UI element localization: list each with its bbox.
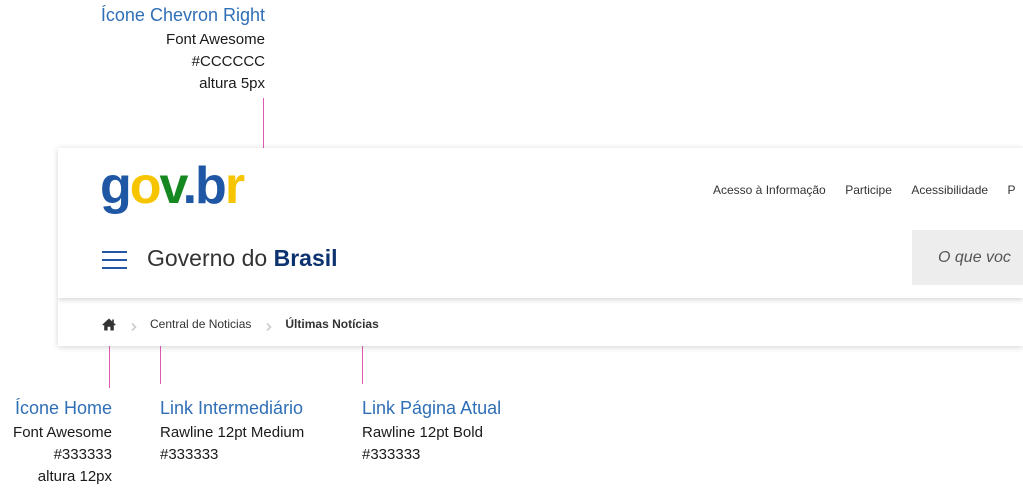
annotation-link-intermediate-color: #333333	[160, 446, 219, 463]
govbr-logo[interactable]: gov.br	[100, 156, 245, 216]
annotation-link-current-color: #333333	[362, 446, 421, 463]
annotation-link-intermediate-font: Rawline 12pt Medium	[160, 424, 305, 441]
search-input[interactable]	[912, 230, 1023, 285]
annotation-link-intermediate-title: Link Intermediário	[160, 398, 304, 418]
logo-letter: b	[195, 157, 227, 215]
logo-letter: g	[100, 157, 132, 215]
annotation-chevron-color: #CCCCCC	[191, 53, 265, 70]
annotation-home-size: altura 12px	[37, 468, 112, 485]
link-participe[interactable]: Participe	[845, 183, 892, 197]
chevron-right-icon	[264, 319, 274, 332]
link-acessibilidade[interactable]: Acessibilidade	[911, 183, 988, 197]
breadcrumb-link-intermediate[interactable]: Central de Noticias	[150, 317, 251, 331]
logo-letter: o	[129, 157, 162, 215]
site-header: gov.br Acesso à Informação Participe Ace…	[58, 148, 1023, 298]
site-title-bold: Brasil	[273, 245, 338, 271]
logo-letter: .	[182, 157, 198, 215]
link-acesso-informacao[interactable]: Acesso à Informação	[713, 183, 826, 197]
annotation-link-intermediate: Link Intermediário Rawline 12pt Medium #…	[160, 396, 304, 466]
page-mockup: gov.br Acesso à Informação Participe Ace…	[58, 148, 1023, 346]
annotation-home-color: #333333	[53, 446, 112, 463]
link-truncated[interactable]: P	[1008, 183, 1016, 197]
chevron-right-icon	[129, 319, 139, 332]
menu-icon[interactable]	[102, 251, 127, 269]
site-title-regular: Governo do	[147, 245, 274, 271]
logo-letter: r	[224, 157, 245, 215]
annotation-chevron-font: Font Awesome	[166, 31, 265, 48]
annotation-link-current-title: Link Página Atual	[362, 398, 502, 418]
annotation-home-title: Ícone Home	[14, 398, 112, 418]
annotation-home: Ícone Home Font Awesome #333333 altura 1…	[13, 396, 112, 488]
annotation-link-current-font: Rawline 12pt Bold	[362, 424, 483, 441]
annotation-chevron-size: altura 5px	[199, 75, 265, 92]
top-links: Acesso à Informação Participe Acessibili…	[713, 181, 1023, 199]
site-title: Governo do Brasil	[147, 245, 338, 272]
breadcrumb: Central de Noticias Últimas Notícias	[102, 314, 379, 334]
annotation-home-font: Font Awesome	[13, 424, 112, 441]
annotation-link-current: Link Página Atual Rawline 12pt Bold #333…	[362, 396, 501, 466]
annotation-chevron-title: Ícone Chevron Right	[100, 5, 265, 25]
logo-letter: v	[159, 157, 185, 215]
home-icon[interactable]	[102, 318, 116, 331]
annotation-chevron: Ícone Chevron Right Font Awesome #CCCCCC…	[101, 3, 265, 95]
breadcrumb-current-page: Últimas Notícias	[285, 317, 379, 331]
